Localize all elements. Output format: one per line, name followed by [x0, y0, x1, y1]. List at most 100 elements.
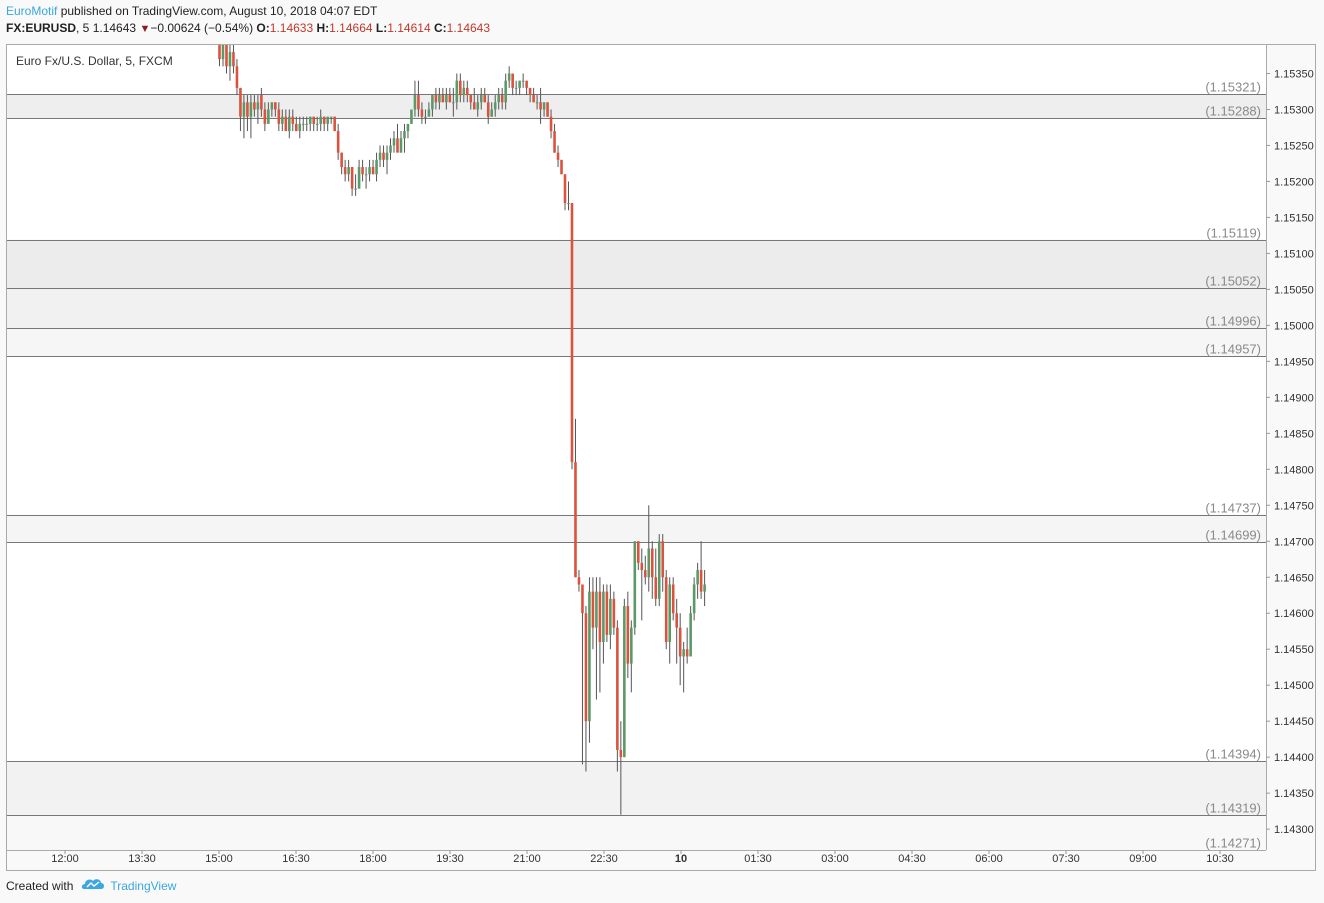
author-link[interactable]: EuroMotif — [6, 4, 57, 18]
interval: , 5 — [76, 21, 90, 35]
candle-body — [413, 95, 417, 110]
candle-body — [497, 95, 500, 103]
candle-body — [486, 102, 490, 117]
candle-body — [420, 109, 424, 117]
tradingview-cloud-icon[interactable] — [81, 877, 105, 894]
level-label-3: (1.15119) — [1206, 226, 1261, 241]
candle-body — [347, 167, 350, 175]
candle-body — [518, 80, 521, 88]
x-tick-label-12: 06:00 — [975, 853, 1003, 865]
candle-body — [336, 131, 340, 153]
candle-body — [514, 87, 518, 89]
candle-body — [654, 577, 658, 599]
candle-body — [650, 548, 654, 578]
candle-101 — [570, 203, 574, 470]
x-tick-label-8: 10 — [675, 853, 687, 865]
candle-body — [595, 591, 598, 628]
time-axis[interactable]: 12:00 13:30 15:00 16:30 18:00 19:30 21:00 22:30… — [51, 850, 1234, 865]
zone-1 — [6, 239, 1266, 288]
level-label-9: (1.14394) — [1205, 747, 1261, 762]
y-tick-label-6: 1.15050 — [1274, 284, 1314, 296]
candle-body — [598, 591, 602, 643]
candle-body — [605, 591, 609, 635]
high-value: 1.14664 — [329, 21, 373, 35]
tradingview-link[interactable]: TradingView — [110, 879, 176, 893]
candle-body — [291, 116, 295, 124]
x-tick-label-15: 10:30 — [1206, 853, 1234, 865]
candle-body — [225, 44, 228, 67]
ohlc-line: FX:EURUSD, 5 1.14643 ▼−0.00624 (−0.54%) … — [6, 21, 1306, 37]
candle-body — [343, 167, 347, 175]
candle-body — [424, 116, 427, 118]
candle-body — [511, 73, 514, 88]
candle-body — [657, 541, 661, 599]
low-label: L: — [375, 21, 388, 35]
candle-body — [385, 152, 389, 160]
x-tick-label-5: 19:30 — [436, 853, 464, 865]
candle-body — [427, 109, 431, 117]
level-label-1: (1.15321) — [1205, 80, 1261, 95]
candle-body — [678, 627, 682, 657]
candle-body — [375, 159, 378, 175]
candle-body — [703, 584, 706, 592]
candle-body — [361, 167, 364, 175]
zone-5 — [6, 761, 1266, 816]
candle-body — [584, 613, 588, 722]
candle-94 — [546, 102, 549, 117]
candle-body — [312, 116, 316, 124]
level-label-5: (1.14996) — [1205, 314, 1261, 329]
y-tick-label-15: 1.14600 — [1274, 608, 1314, 620]
candle-body — [476, 102, 480, 110]
candle-body — [399, 138, 403, 153]
x-tick-label-13: 07:30 — [1052, 853, 1080, 865]
price-axis[interactable]: 1.15350 1.15300 1.15250 1.15200 1.15150 1.151… — [1266, 69, 1314, 837]
published-text: published on TradingView.com, August 10,… — [57, 4, 378, 18]
candle-body — [431, 95, 434, 110]
close-value: 1.14643 — [446, 21, 491, 35]
candle-body — [281, 116, 284, 124]
candle-body — [626, 606, 630, 664]
level-label-6: (1.14957) — [1205, 342, 1261, 357]
level-label-7: (1.14737) — [1205, 501, 1261, 516]
candle-body — [263, 109, 267, 124]
candle-body — [462, 87, 466, 96]
candle-body — [616, 627, 619, 750]
candle-body — [696, 570, 699, 585]
candle-body — [692, 584, 696, 614]
candle-body — [232, 51, 235, 67]
candle-body — [490, 109, 494, 117]
candle-body — [256, 102, 260, 110]
candle-body — [612, 598, 616, 628]
chart-container[interactable]: (1.15391)(1.15321)(1.15288)(1.15119)(1.1… — [6, 44, 1316, 871]
candle-111 — [605, 584, 609, 643]
candle-body — [521, 80, 525, 82]
candle-body — [528, 87, 532, 96]
zone-2 — [6, 287, 1266, 329]
candle-body — [560, 159, 563, 175]
candle-body — [354, 188, 357, 190]
level-label-11: (1.14271) — [1205, 836, 1261, 851]
candle-body — [319, 116, 323, 124]
candle-body — [301, 123, 305, 125]
candle-body — [549, 116, 553, 132]
candle-106 — [588, 577, 591, 743]
price-chart[interactable]: (1.15391)(1.15321)(1.15288)(1.15119)(1.1… — [6, 44, 1316, 871]
candle-body — [535, 102, 539, 104]
candle-body — [668, 584, 672, 643]
candle-body — [469, 95, 473, 103]
y-tick-label-10: 1.14850 — [1274, 428, 1314, 440]
y-tick-label-9: 1.14900 — [1274, 392, 1314, 404]
y-tick-label-5: 1.15100 — [1274, 248, 1314, 260]
candle-body — [253, 102, 256, 110]
candle-body — [410, 109, 413, 124]
candle-body — [294, 123, 298, 132]
candle-body — [438, 95, 441, 103]
candle-body — [588, 591, 591, 722]
candle-body — [448, 95, 452, 103]
candle-body — [389, 145, 392, 153]
created-with-label: Created with — [6, 878, 74, 893]
x-tick-label-2: 15:00 — [205, 853, 233, 865]
candle-body — [542, 102, 546, 110]
candle-body — [288, 116, 291, 132]
y-tick-label-20: 1.14350 — [1274, 788, 1314, 800]
